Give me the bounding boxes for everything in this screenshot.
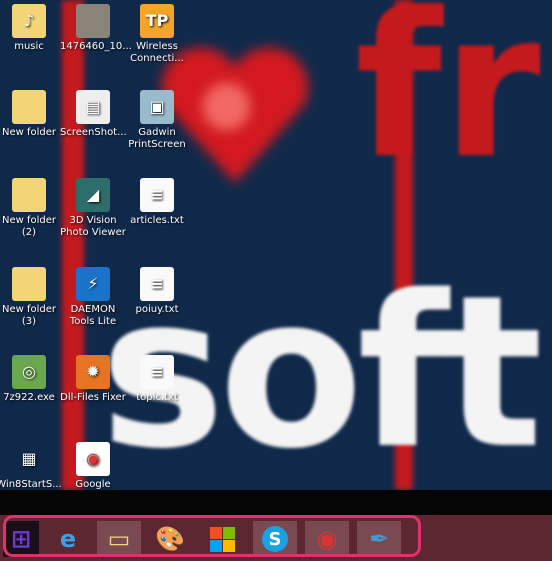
desktop-screen: fr soft ♪ music New folder New folder (2) Ne… (0, 0, 552, 561)
photo-icon (76, 4, 110, 38)
chrome-icon: ◉ (76, 442, 110, 476)
desktop-icon-label: ScreenShot... (60, 127, 127, 138)
text-file-icon: ≡ (140, 178, 174, 212)
desktop-bottom-band (0, 490, 552, 515)
camera-icon: ▣ (140, 90, 174, 124)
desktop-icon-label: music (14, 41, 44, 52)
desktop-icon-label: articles.txt (130, 215, 184, 226)
desktop-icon-label: Dll-Files Fixer (60, 392, 126, 403)
wallpaper-text-top: fr (355, 0, 541, 203)
desktop-icon[interactable]: ▤ ScreenShot... (60, 90, 127, 139)
desktop-icon-label: Gadwin PrintScreen (128, 127, 186, 150)
wallpaper: fr soft (0, 0, 552, 490)
text-file-icon: ≡ (140, 355, 174, 389)
desktop-icon[interactable]: New folder (2) (0, 178, 62, 239)
desktop-icon-label: topic.txt (136, 392, 178, 403)
desktop-icon-label: New folder (1, 127, 57, 138)
gear-icon: ✹ (76, 355, 110, 389)
desktop-icon[interactable]: ≡ poiuy.txt (124, 267, 190, 316)
desktop-icon[interactable]: ⚡ DAEMON Tools Lite (60, 267, 126, 328)
desktop-icon-label: New folder (3) (1, 304, 57, 327)
desktop-icon[interactable]: ≡ articles.txt (124, 178, 190, 227)
music-folder-icon: ♪ (12, 4, 46, 38)
folder-icon (12, 267, 46, 301)
folder-icon (12, 90, 46, 124)
text-file-icon: ≡ (140, 267, 174, 301)
desktop-icon[interactable]: New folder (3) (0, 267, 62, 328)
desktop-icon[interactable]: 1476460_10... (60, 4, 132, 53)
desktop-icon[interactable]: ✹ Dll-Files Fixer (60, 355, 126, 404)
desktop-icon-label: Wireless Connecti... (130, 41, 184, 64)
desktop-icon[interactable]: TP Wireless Connecti... (124, 4, 190, 65)
desktop-icon[interactable]: ◎ 7z922.exe (0, 355, 62, 404)
desktop-icon-label: 1476460_10... (60, 41, 132, 52)
tplink-icon: TP (140, 4, 174, 38)
desktop-icon-label: New folder (2) (1, 215, 57, 238)
3d-vision-icon: ◢ (76, 178, 110, 212)
desktop-icon[interactable]: ▣ Gadwin PrintScreen (124, 90, 190, 151)
desktop-icon[interactable]: ♪ music (0, 4, 62, 53)
desktop-icon-label: 7z922.exe (3, 392, 55, 403)
grid-app-icon: ▦ (21, 449, 37, 468)
folder-icon (12, 178, 46, 212)
desktop-icon[interactable]: New folder (0, 90, 62, 139)
screenshot-icon: ▤ (76, 90, 110, 124)
desktop-icon-label: poiuy.txt (135, 304, 179, 315)
daemon-tools-icon: ⚡ (76, 267, 110, 301)
desktop-icon[interactable]: ◢ 3D Vision Photo Viewer (60, 178, 126, 239)
taskbar-highlight (3, 515, 421, 557)
desktop-icon[interactable]: ≡ topic.txt (124, 355, 190, 404)
desktop-icon[interactable]: ▦ Win8StartS... (0, 442, 62, 491)
desktop-icon-label: DAEMON Tools Lite (69, 304, 117, 327)
desktop-icon-label: 3D Vision Photo Viewer (60, 215, 126, 238)
installer-icon: ◎ (12, 355, 46, 389)
